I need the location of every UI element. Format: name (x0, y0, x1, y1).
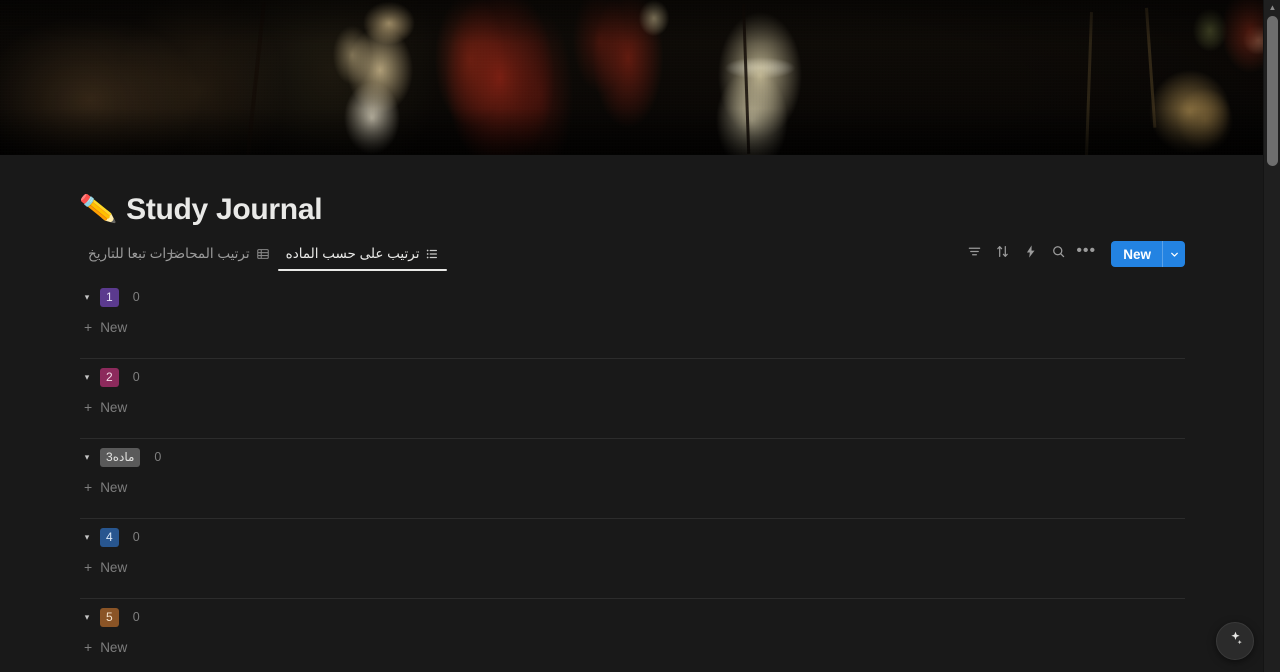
group-new-row[interactable]: + New (80, 392, 1185, 422)
plus-icon: + (84, 559, 93, 575)
group-new-row[interactable]: + New (80, 632, 1185, 662)
collapse-caret-icon[interactable]: ▾ (80, 450, 94, 464)
group-tag-badge[interactable]: 5 (100, 607, 119, 627)
group-item-count: 0 (132, 290, 140, 304)
notion-window: ✏️ Study Journal ترتيب على حسب الماده تر… (0, 0, 1280, 672)
sort-button[interactable] (989, 241, 1015, 267)
group-section: ▾ 2 0 + New (80, 358, 1185, 438)
lightning-icon (1023, 244, 1038, 264)
filter-button[interactable] (961, 241, 987, 267)
group-item-count: 0 (132, 370, 140, 384)
group-item-count: 0 (132, 530, 140, 544)
sort-icon (995, 244, 1010, 264)
group-tag-badge[interactable]: 2 (100, 367, 119, 387)
plus-icon: + (84, 639, 93, 655)
group-new-label: New (100, 479, 128, 495)
tab-label: ترتيب على حسب الماده (285, 246, 420, 261)
group-tag-badge[interactable]: 4 (100, 527, 119, 547)
scroll-up-arrow-icon[interactable]: ▲ (1264, 0, 1280, 14)
search-icon (1051, 244, 1066, 264)
vertical-scrollbar[interactable]: ▲ (1263, 0, 1280, 672)
group-header: ▾ ماده3 0 (80, 438, 1185, 472)
collapse-caret-icon[interactable]: ▾ (80, 290, 94, 304)
filter-icon (967, 244, 982, 264)
more-options-button[interactable]: ••• (1073, 241, 1099, 267)
group-new-label: New (100, 639, 128, 655)
group-tag-badge[interactable]: 1 (100, 287, 119, 307)
chevron-down-icon[interactable] (1163, 241, 1185, 267)
group-tag-badge[interactable]: ماده3 (100, 447, 141, 467)
page-cover[interactable] (0, 0, 1263, 155)
page-cover-image (0, 0, 1263, 155)
group-header: ▾ 2 0 (80, 358, 1185, 392)
page-title[interactable]: Study Journal (126, 193, 322, 227)
group-section: ▾ 4 0 + New (80, 518, 1185, 598)
group-new-label: New (100, 399, 128, 415)
view-toolbar: ترتيب على حسب الماده ترتيب المحاضرات تبع… (0, 238, 1263, 271)
group-new-label: New (100, 559, 128, 575)
page-icon-emoji[interactable]: ✏️ (78, 192, 117, 228)
collapse-caret-icon[interactable]: ▾ (80, 530, 94, 544)
group-section: ▾ 1 0 + New (80, 278, 1185, 358)
tab-label: ترتيب المحاضرات تبعا للتاريخ (88, 246, 250, 261)
group-new-row[interactable]: + New (80, 312, 1185, 342)
automation-button[interactable] (1017, 241, 1043, 267)
group-item-count: 0 (154, 450, 162, 464)
page-title-row: ✏️ Study Journal (0, 155, 1263, 228)
group-new-row[interactable]: + New (80, 552, 1185, 582)
plus-icon: + (84, 479, 93, 495)
group-header: ▾ 4 0 (80, 518, 1185, 552)
sparkle-icon (1225, 629, 1245, 654)
ai-assistant-button[interactable] (1216, 622, 1254, 660)
collapse-caret-icon[interactable]: ▾ (80, 610, 94, 624)
plus-icon: + (84, 399, 93, 415)
group-new-row[interactable]: + New (80, 472, 1185, 502)
tab-view-by-subject[interactable]: ترتيب على حسب الماده (277, 238, 448, 271)
group-section: ▾ 5 0 + New (80, 598, 1185, 672)
group-list: ▾ 1 0 + New ▾ 2 0 + New ▾ ماده3 0 + New ▾ 4 0 + New ▾ 5 0 + New (0, 278, 1263, 672)
plus-icon: + (84, 319, 93, 335)
list-icon (425, 247, 439, 261)
group-new-label: New (100, 319, 128, 335)
search-button[interactable] (1045, 241, 1071, 267)
new-button-label: New (1123, 246, 1151, 262)
tab-lectures-by-date[interactable]: ترتيب المحاضرات تبعا للتاريخ (80, 238, 278, 270)
view-tabs: ترتيب على حسب الماده ترتيب المحاضرات تبع… (80, 238, 448, 271)
scrollbar-thumb[interactable] (1267, 16, 1278, 166)
new-button[interactable]: New (1111, 241, 1185, 267)
table-icon (256, 247, 270, 261)
group-header: ▾ 1 0 (80, 278, 1185, 312)
view-tools: ••• New (961, 241, 1185, 267)
group-section: ▾ ماده3 0 + New (80, 438, 1185, 518)
collapse-caret-icon[interactable]: ▾ (80, 370, 94, 384)
group-item-count: 0 (132, 610, 140, 624)
page-body: ✏️ Study Journal ترتيب على حسب الماده تر… (0, 155, 1263, 672)
group-header: ▾ 5 0 (80, 598, 1185, 632)
